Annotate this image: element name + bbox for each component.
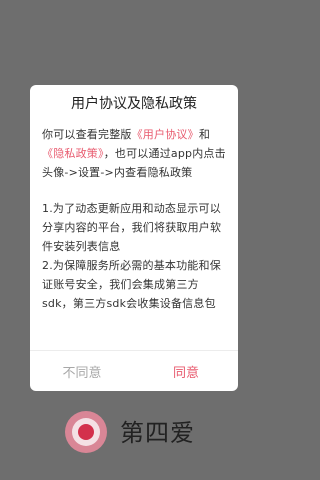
decline-button[interactable]: 不同意 xyxy=(30,351,134,391)
agree-button[interactable]: 同意 xyxy=(134,351,238,391)
and-text: 和 xyxy=(198,128,211,141)
brand-name: 第四爱 xyxy=(120,419,195,447)
dialog-item-2: 2.为保障服务所必需的基本功能和保证账号安全，我们会集成第三方sdk，第三方sd… xyxy=(42,259,221,310)
dialog-body: 你可以查看完整版《用户协议》和《隐私政策》，也可以通过app内点击头像->设置-… xyxy=(42,125,228,313)
brand-logo-dot xyxy=(78,424,94,440)
privacy-policy-link[interactable]: 《隐私政策》 xyxy=(42,147,104,160)
dialog-title: 用户协议及隐私政策 xyxy=(71,96,197,112)
dialog-item-1: 1.为了动态更新应用和动态显示可以分享内容的平台，我们将获取用户软件安装列表信息 xyxy=(42,202,222,253)
intro-prefix: 你可以查看完整版 xyxy=(42,128,132,141)
dialog-button-row: 不同意 同意 xyxy=(30,351,238,391)
user-agreement-link[interactable]: 《用户协议》 xyxy=(132,128,199,141)
brand-logo-icon xyxy=(65,411,107,453)
privacy-dialog: 用户协议及隐私政策 你可以查看完整版《用户协议》和《隐私政策》，也可以通过app… xyxy=(30,85,238,391)
dialog-intro: 你可以查看完整版《用户协议》和《隐私政策》，也可以通过app内点击头像->设置-… xyxy=(42,125,228,182)
